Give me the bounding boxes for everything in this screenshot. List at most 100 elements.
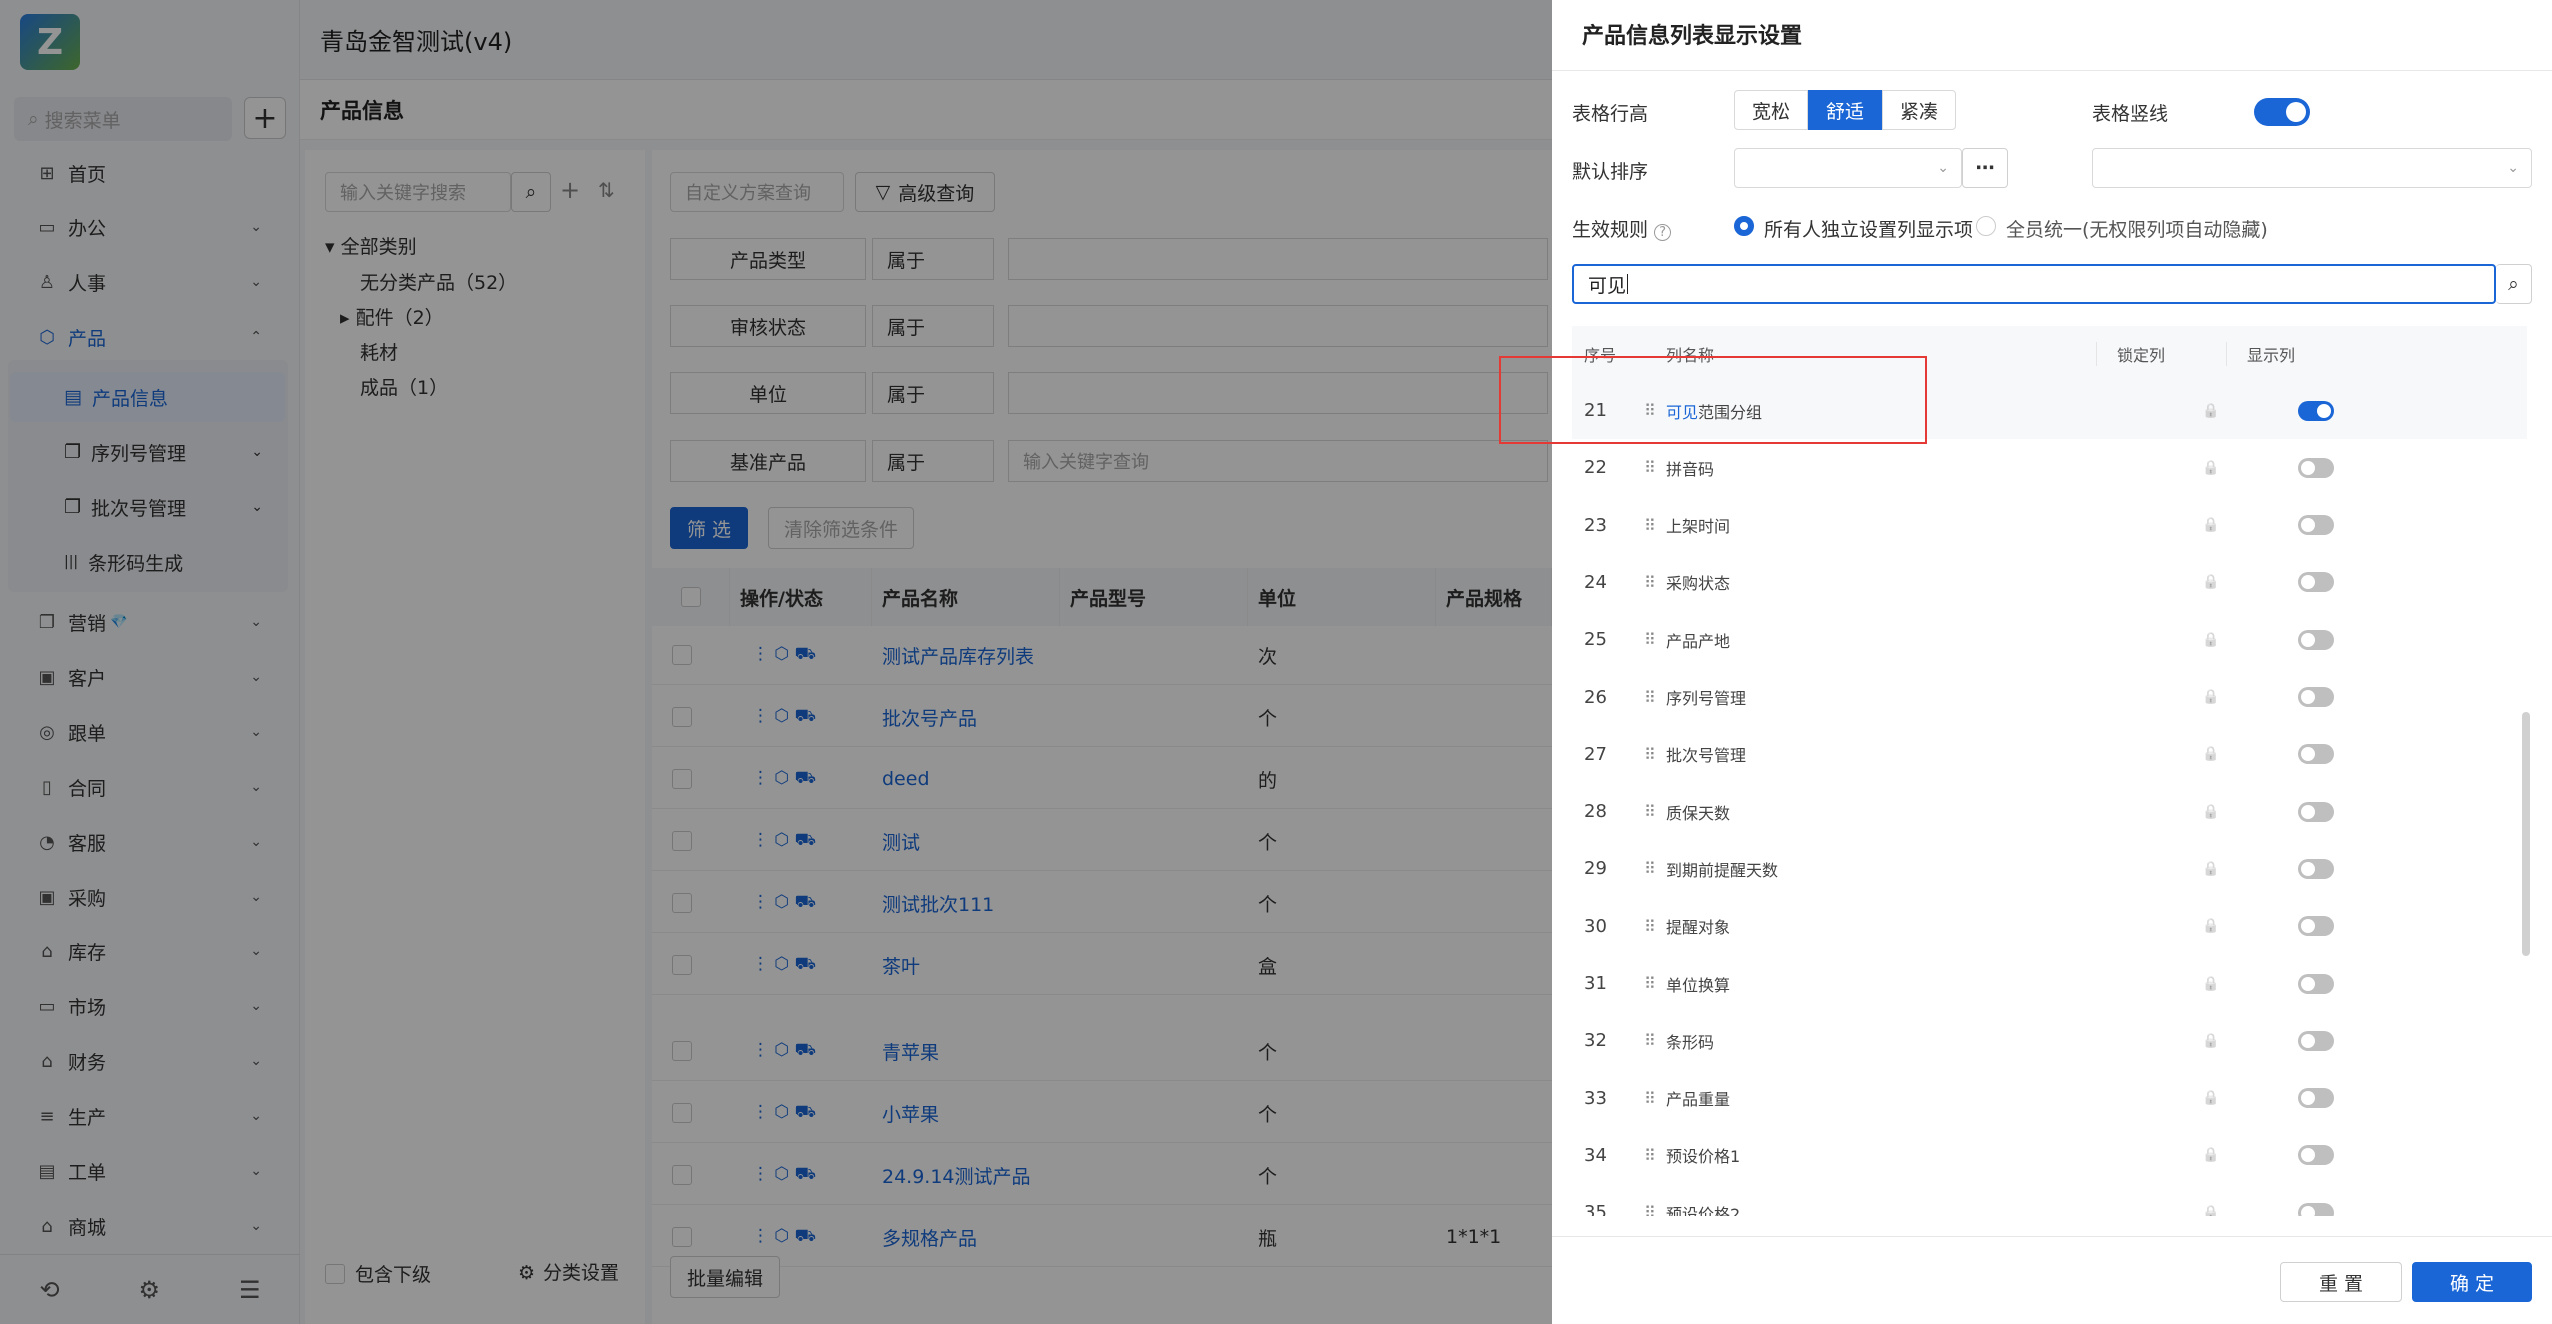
row-height-compact[interactable]: 紧凑 <box>1882 90 1956 130</box>
column-row[interactable]: 28 ⠿ 质保天数 🔒 <box>1572 783 2527 840</box>
show-column-toggle[interactable] <box>2298 572 2334 593</box>
column-row[interactable]: 31 ⠿ 单位换算 🔒 <box>1572 955 2527 1012</box>
column-settings-drawer: 产品信息列表显示设置 表格行高 宽松 舒适 紧凑 表格竖线 默认排序 ⌄ ⋯ ⌄… <box>1552 0 2552 1324</box>
column-index: 26 <box>1584 686 1607 708</box>
drag-handle-icon[interactable]: ⠿ <box>1644 859 1666 878</box>
show-column-toggle-wrap <box>2276 457 2336 478</box>
divider <box>1552 70 2552 71</box>
column-name: 预设价格2 <box>1666 1204 1741 1216</box>
sort-label: 默认排序 <box>1572 161 1649 183</box>
show-column-toggle[interactable] <box>2298 457 2334 478</box>
show-column-toggle[interactable] <box>2298 858 2334 879</box>
show-column-toggle[interactable] <box>2298 400 2334 421</box>
confirm-button[interactable]: 确 定 <box>2412 1262 2532 1302</box>
drag-handle-icon[interactable]: ⠿ <box>1644 1031 1666 1050</box>
sort-field-select[interactable]: ⌄ <box>1734 148 1962 188</box>
show-column-toggle[interactable] <box>2298 629 2334 650</box>
drag-handle-icon[interactable]: ⠿ <box>1644 458 1666 477</box>
column-name: 拼音码 <box>1666 459 1715 479</box>
show-column-toggle-wrap <box>2276 916 2336 937</box>
lock-icon[interactable]: 🔒 <box>2146 746 2276 762</box>
column-index: 22 <box>1584 457 1607 479</box>
drag-handle-icon[interactable]: ⠿ <box>1644 573 1666 592</box>
column-row[interactable]: 29 ⠿ 到期前提醒天数 🔒 <box>1572 840 2527 897</box>
sort-more-button[interactable]: ⋯ <box>1962 148 2008 188</box>
lock-icon[interactable]: 🔒 <box>2146 1033 2276 1049</box>
column-row[interactable]: 23 ⠿ 上架时间 🔒 <box>1572 497 2527 554</box>
lock-icon[interactable]: 🔒 <box>2146 1147 2276 1163</box>
column-row[interactable]: 22 ⠿ 拼音码 🔒 <box>1572 439 2527 496</box>
column-index: 33 <box>1584 1087 1607 1109</box>
lock-icon[interactable]: 🔒 <box>2146 632 2276 648</box>
reset-button[interactable]: 重 置 <box>2280 1262 2402 1302</box>
column-row[interactable]: 27 ⠿ 批次号管理 🔒 <box>1572 726 2527 783</box>
row-height-comfort[interactable]: 舒适 <box>1808 90 1882 130</box>
lock-icon[interactable]: 🔒 <box>2146 1205 2276 1216</box>
lock-icon[interactable]: 🔒 <box>2146 403 2276 419</box>
column-list: 21 ⠿ 可见范围分组 🔒 22 ⠿ 拼音码 🔒 23 ⠿ 上架时间 🔒 24 ⠿ 采购状态 🔒 25 ⠿ 产品产地… <box>1552 382 2552 1216</box>
lock-icon[interactable]: 🔒 <box>2146 804 2276 820</box>
lock-icon[interactable]: 🔒 <box>2146 689 2276 705</box>
column-index: 31 <box>1584 973 1607 994</box>
column-index: 30 <box>1584 915 1607 937</box>
show-column-toggle[interactable] <box>2298 916 2334 937</box>
lock-icon[interactable]: 🔒 <box>2146 574 2276 590</box>
column-search-input[interactable]: 可见 <box>1572 264 2496 304</box>
show-column-toggle-wrap <box>2276 1088 2336 1109</box>
row-height-loose[interactable]: 宽松 <box>1734 90 1808 130</box>
search-icon[interactable]: ⌕ <box>2496 264 2532 304</box>
drag-handle-icon[interactable]: ⠿ <box>1644 516 1666 535</box>
show-column-toggle[interactable] <box>2298 515 2334 536</box>
lock-icon[interactable]: 🔒 <box>2146 918 2276 934</box>
column-name: 序列号管理 <box>1666 689 1747 708</box>
drag-handle-icon[interactable]: ⠿ <box>1644 802 1666 821</box>
column-row[interactable]: 34 ⠿ 预设价格1 🔒 <box>1572 1127 2527 1184</box>
rule-radio-individual[interactable] <box>1734 216 1754 236</box>
show-column-toggle[interactable] <box>2298 1202 2334 1216</box>
lock-icon[interactable]: 🔒 <box>2146 1090 2276 1106</box>
rule-option-label: 全员统一(无权限列项自动隐藏) <box>2006 219 2268 241</box>
column-row[interactable]: 24 ⠿ 采购状态 🔒 <box>1572 554 2527 611</box>
show-column-toggle[interactable] <box>2298 1030 2334 1051</box>
vlines-toggle[interactable] <box>2254 98 2310 126</box>
column-name: 条形码 <box>1666 1032 1715 1052</box>
drag-handle-icon[interactable]: ⠿ <box>1644 630 1666 649</box>
modal-overlay[interactable] <box>0 0 1552 1324</box>
scrollbar[interactable] <box>2522 712 2530 956</box>
show-column-toggle[interactable] <box>2298 744 2334 765</box>
column-row[interactable]: 30 ⠿ 提醒对象 🔒 <box>1572 898 2527 955</box>
column-index: 25 <box>1584 629 1607 651</box>
show-column-toggle[interactable] <box>2298 1145 2334 1166</box>
drag-handle-icon[interactable]: ⠿ <box>1644 1089 1666 1108</box>
show-column-toggle[interactable] <box>2298 687 2334 707</box>
column-row[interactable]: 26 ⠿ 序列号管理 🔒 <box>1572 669 2527 726</box>
drag-handle-icon[interactable]: ⠿ <box>1644 745 1666 764</box>
sort-order-select[interactable]: ⌄ <box>2092 148 2532 188</box>
help-icon[interactable]: ? <box>1654 224 1671 241</box>
drawer-title: 产品信息列表显示设置 <box>1582 24 1803 49</box>
column-row[interactable]: 35 ⠿ 预设价格2 🔒 <box>1572 1184 2527 1216</box>
show-column-toggle[interactable] <box>2298 973 2334 994</box>
column-index: 35 <box>1584 1202 1607 1216</box>
lock-icon[interactable]: 🔒 <box>2146 460 2276 476</box>
column-name: 单位换算 <box>1666 975 1731 995</box>
column-name: 采购状态 <box>1666 574 1731 594</box>
lock-icon[interactable]: 🔒 <box>2146 861 2276 877</box>
show-column-toggle[interactable] <box>2298 1088 2334 1109</box>
column-row[interactable]: 25 ⠿ 产品产地 🔒 <box>1572 611 2527 668</box>
column-row[interactable]: 33 ⠿ 产品重量 🔒 <box>1572 1070 2527 1127</box>
drag-handle-icon[interactable]: ⠿ <box>1644 974 1666 993</box>
drag-handle-icon[interactable]: ⠿ <box>1644 917 1666 936</box>
show-column-toggle-wrap <box>2276 1202 2336 1216</box>
column-row[interactable]: 32 ⠿ 条形码 🔒 <box>1572 1012 2527 1069</box>
drag-handle-icon[interactable]: ⠿ <box>1644 1146 1666 1165</box>
column-index: 28 <box>1584 801 1607 823</box>
show-column-toggle[interactable] <box>2298 801 2334 822</box>
column-index: 24 <box>1584 571 1607 593</box>
drag-handle-icon[interactable]: ⠿ <box>1644 688 1666 707</box>
lock-icon[interactable]: 🔒 <box>2146 517 2276 533</box>
show-column-toggle-wrap <box>2276 400 2336 421</box>
rule-radio-unified[interactable] <box>1976 216 1996 236</box>
drag-handle-icon[interactable]: ⠿ <box>1644 1203 1666 1216</box>
lock-icon[interactable]: 🔒 <box>2146 976 2276 992</box>
